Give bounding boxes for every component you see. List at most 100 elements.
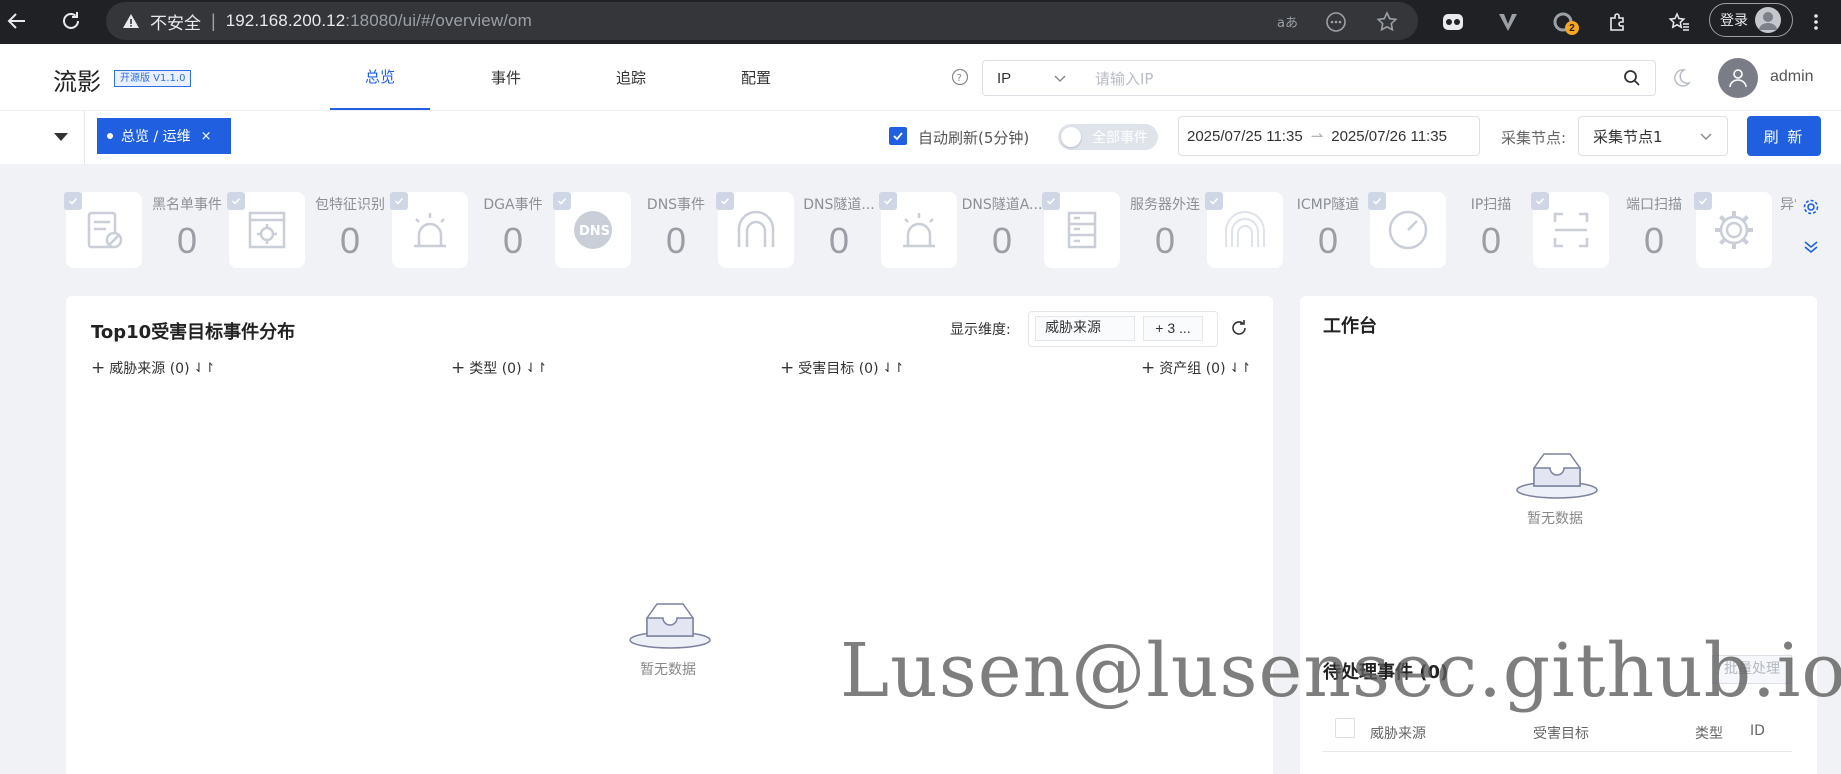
event-card[interactable]: ICMP隧道 0 xyxy=(1197,192,1360,268)
favorites-icon[interactable] xyxy=(1666,9,1692,35)
auto-refresh-checkbox[interactable] xyxy=(889,127,907,145)
event-card-count: 0 xyxy=(1643,220,1665,261)
event-card-checkbox[interactable] xyxy=(227,192,245,210)
nav-tab-config[interactable]: 配置 xyxy=(706,44,806,110)
collapse-caret-icon[interactable] xyxy=(52,128,70,146)
expand-plus-icon[interactable]: + xyxy=(1141,360,1155,377)
column-label: 类型 (0) xyxy=(469,361,522,377)
svg-text:?: ? xyxy=(957,73,962,84)
sort-icon[interactable]: ⇃↾ xyxy=(526,361,548,376)
column-label: 受害目标 (0) xyxy=(798,361,879,377)
date-end[interactable]: 2025/07/26 11:35 xyxy=(1331,128,1447,145)
sort-icon[interactable]: ⇃↾ xyxy=(194,361,216,376)
event-card[interactable]: DNS隧道... 0 xyxy=(708,192,875,268)
event-card[interactable]: 端口扫描 0 xyxy=(1523,192,1686,268)
event-card-checkbox[interactable] xyxy=(879,192,897,210)
table-header-id[interactable]: ID xyxy=(1750,723,1765,739)
event-card-label: DNS隧道A... xyxy=(961,197,1043,213)
expand-chevron-icon[interactable] xyxy=(1802,238,1820,256)
extension-mask-icon[interactable] xyxy=(1440,9,1466,35)
event-card-label: 服务器外连 xyxy=(1130,197,1200,213)
table-header-threat-source[interactable]: 威胁来源 xyxy=(1370,723,1426,743)
nav-tab-events[interactable]: 事件 xyxy=(456,44,556,110)
batch-process-button[interactable]: 批量处理 xyxy=(1712,655,1792,684)
event-card-checkbox[interactable] xyxy=(1694,192,1712,210)
browser-menu-icon[interactable] xyxy=(1803,9,1829,35)
breadcrumb-label: 总览 / 运维 xyxy=(121,129,191,145)
extension-v-icon[interactable] xyxy=(1495,9,1521,35)
user-name[interactable]: admin xyxy=(1770,68,1814,86)
event-card-checkbox[interactable] xyxy=(390,192,408,210)
reload-icon[interactable] xyxy=(56,6,86,36)
event-card[interactable]: 异常 xyxy=(1686,192,1796,268)
back-icon[interactable] xyxy=(2,6,32,36)
nav-tab-tracking[interactable]: 追踪 xyxy=(581,44,681,110)
sort-icon[interactable]: ⇃↾ xyxy=(883,361,905,376)
url-text: 192.168.200.12:18080/ui/#/overview/om xyxy=(226,11,532,31)
card-settings-icon[interactable] xyxy=(1802,198,1820,216)
breadcrumb-tag[interactable]: 总览 / 运维 × xyxy=(97,118,231,154)
bookmark-star-icon[interactable] xyxy=(1374,9,1400,35)
theme-toggle-icon[interactable] xyxy=(1670,67,1692,89)
expand-plus-icon[interactable]: + xyxy=(780,360,794,377)
expand-plus-icon[interactable]: + xyxy=(451,360,465,377)
event-card-count: 0 xyxy=(1317,220,1339,261)
more-options-icon[interactable] xyxy=(1323,9,1349,35)
check-icon xyxy=(893,132,903,141)
search-type-select[interactable]: IP xyxy=(982,60,1082,96)
column-victim-target[interactable]: + 受害目标 (0) ⇃↾ xyxy=(780,358,904,378)
event-card-count: 0 xyxy=(176,220,198,261)
event-card-strip: 黑名单事件 0 包特征识别 0 DGA事件 0 DNS DNS事件 0 DNS隧… xyxy=(0,186,1841,278)
event-card[interactable]: DNS隧道A... 0 xyxy=(871,192,1042,268)
event-card[interactable]: 黑名单事件 0 xyxy=(56,192,222,268)
event-card-count: 0 xyxy=(502,220,524,261)
help-icon[interactable]: ? xyxy=(951,68,969,86)
date-start[interactable]: 2025/07/25 11:35 xyxy=(1187,128,1303,145)
event-card[interactable]: 包特征识别 0 xyxy=(219,192,385,268)
select-all-checkbox[interactable] xyxy=(1335,718,1355,738)
warning-icon xyxy=(123,14,139,28)
event-card-checkbox[interactable] xyxy=(1042,192,1060,210)
event-card[interactable]: IP扫描 0 xyxy=(1360,192,1523,268)
event-card-checkbox[interactable] xyxy=(553,192,571,210)
event-card-label: DGA事件 xyxy=(483,197,543,213)
event-card-checkbox[interactable] xyxy=(1368,192,1386,210)
translate-icon[interactable]: aあ xyxy=(1274,9,1300,35)
event-card-checkbox[interactable] xyxy=(1205,192,1223,210)
sort-icon[interactable]: ⇃↾ xyxy=(1230,361,1252,376)
table-header-victim[interactable]: 受害目标 xyxy=(1533,723,1589,743)
table-header-type[interactable]: 类型 xyxy=(1695,723,1723,743)
address-bar[interactable]: 不安全 | 192.168.200.12:18080/ui/#/overview… xyxy=(106,2,1418,40)
top10-title: Top10受害目标事件分布 xyxy=(91,322,296,343)
extensions-puzzle-icon[interactable] xyxy=(1605,9,1631,35)
auto-refresh-label[interactable]: 自动刷新(5分钟) xyxy=(918,127,1029,148)
event-card[interactable]: DGA事件 0 xyxy=(382,192,545,268)
column-type[interactable]: + 类型 (0) ⇃↾ xyxy=(451,358,547,378)
search-icon[interactable] xyxy=(1623,69,1641,87)
expand-plus-icon[interactable]: + xyxy=(91,360,105,377)
column-asset-group[interactable]: + 资产组 (0) ⇃↾ xyxy=(1141,358,1251,378)
user-avatar[interactable] xyxy=(1718,58,1758,98)
event-card-count: 0 xyxy=(339,220,361,261)
ip-search-input[interactable]: 请输入IP xyxy=(1081,60,1656,96)
dimension-tag[interactable]: 威胁来源 xyxy=(1035,316,1135,341)
refresh-button[interactable]: 刷 新 xyxy=(1747,116,1821,156)
close-icon[interactable]: × xyxy=(201,129,212,144)
all-events-toggle[interactable]: 全部事件 xyxy=(1058,124,1158,150)
column-threat-source[interactable]: + 威胁来源 (0) ⇃↾ xyxy=(91,358,215,378)
event-card[interactable]: 服务器外连 0 xyxy=(1034,192,1200,268)
dimension-more-tag[interactable]: + 3 ... xyxy=(1143,316,1203,341)
nav-tab-overview[interactable]: 总览 xyxy=(330,44,430,110)
all-events-label: 全部事件 xyxy=(1092,130,1148,146)
event-card[interactable]: DNS DNS事件 0 xyxy=(545,192,708,268)
browser-login-button[interactable]: 登录 xyxy=(1709,3,1793,37)
filter-divider xyxy=(84,110,85,164)
event-card-checkbox[interactable] xyxy=(64,192,82,210)
user-icon xyxy=(1729,69,1747,88)
node-select[interactable]: 采集节点1 xyxy=(1578,116,1728,156)
event-card-checkbox[interactable] xyxy=(1531,192,1549,210)
refresh-icon[interactable] xyxy=(1229,318,1249,338)
insecure-label: 不安全 xyxy=(150,13,201,34)
date-range-picker[interactable]: 2025/07/25 11:35 ⇀ 2025/07/26 11:35 xyxy=(1178,116,1480,156)
event-card-checkbox[interactable] xyxy=(716,192,734,210)
